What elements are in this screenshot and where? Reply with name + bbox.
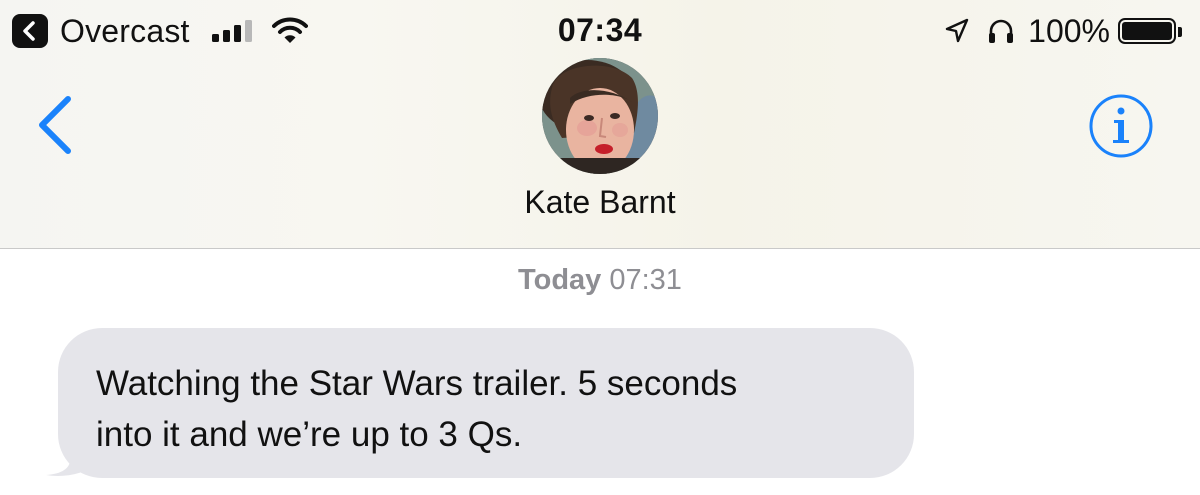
message-line: Watching the Star Wars trailer. 5 second… bbox=[96, 364, 738, 403]
battery-icon bbox=[1118, 16, 1182, 46]
battery-percent: 100% bbox=[1028, 12, 1110, 49]
messages-screen: Overcast 07:34 100% Kate Barnt Today 07:… bbox=[0, 0, 1200, 495]
contact-avatar[interactable] bbox=[542, 58, 658, 174]
timestamp-time: 07:31 bbox=[609, 264, 682, 296]
message-line: into it and we’re up to 3 Qs. bbox=[96, 415, 523, 454]
info-icon[interactable] bbox=[1088, 93, 1154, 159]
conversation-header: Overcast 07:34 100% Kate Barnt bbox=[0, 0, 1200, 249]
battery-fill bbox=[1122, 22, 1172, 40]
location-arrow-icon bbox=[945, 18, 969, 43]
incoming-message[interactable]: Watching the Star Wars trailer. 5 second… bbox=[40, 328, 920, 480]
message-timestamp: Today 07:31 bbox=[0, 264, 1200, 297]
status-bar-right: 100% bbox=[942, 12, 1182, 50]
headphones-icon bbox=[989, 19, 1014, 43]
chevron-left-icon[interactable] bbox=[34, 93, 76, 157]
contact-name[interactable]: Kate Barnt bbox=[0, 184, 1200, 221]
message-bubble[interactable]: Watching the Star Wars trailer. 5 second… bbox=[58, 328, 914, 478]
timestamp-day: Today bbox=[518, 264, 602, 296]
